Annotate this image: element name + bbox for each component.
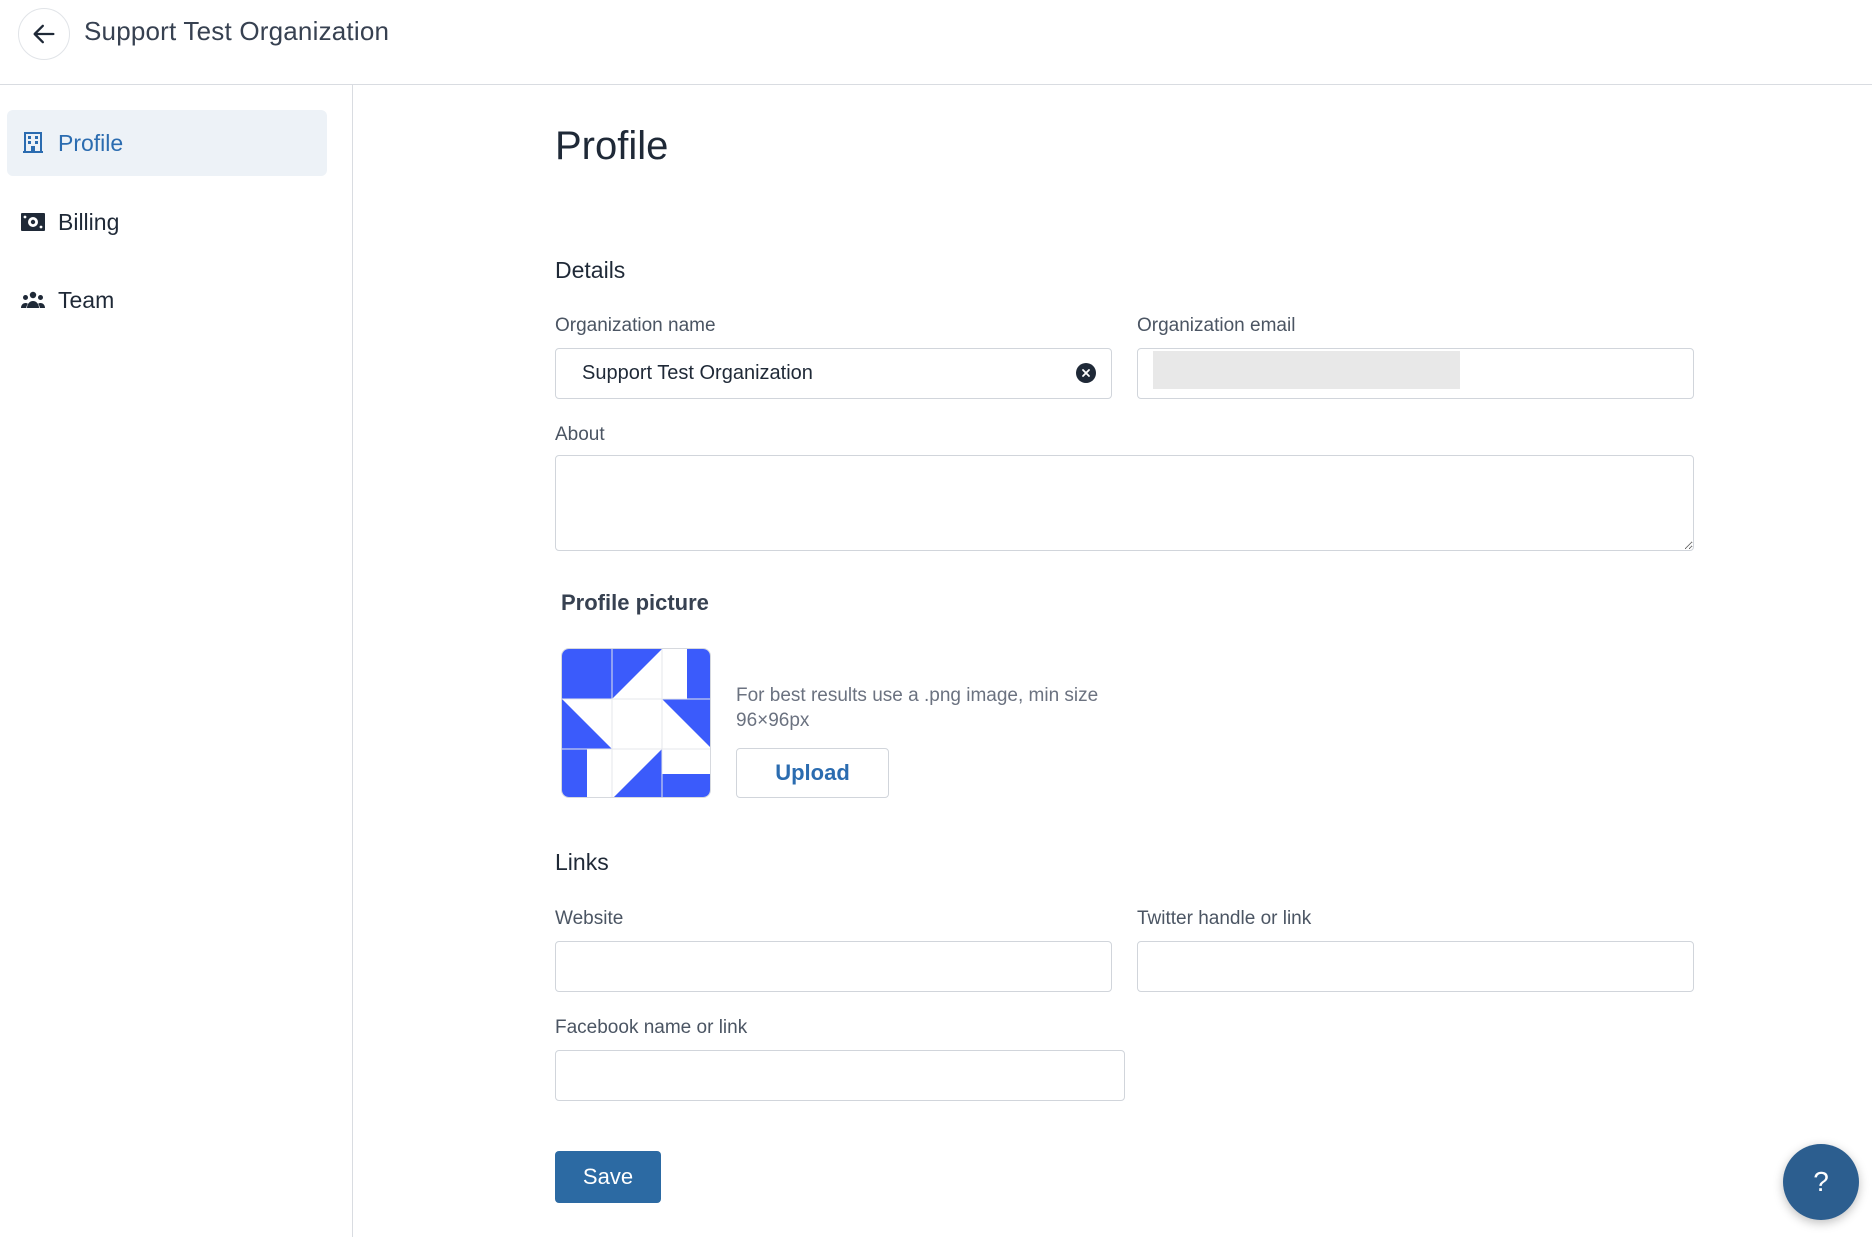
about-label: About <box>555 424 605 445</box>
sidebar-item-label: Billing <box>58 208 120 235</box>
sidebar-item-profile[interactable]: Profile <box>7 110 327 176</box>
details-section-title: Details <box>555 257 626 283</box>
team-icon <box>20 287 46 313</box>
building-icon <box>20 130 46 156</box>
help-button[interactable]: ? <box>1783 1144 1859 1220</box>
money-icon <box>20 209 46 235</box>
org-name-label: Organization name <box>555 315 716 336</box>
links-section-title: Links <box>555 849 609 875</box>
profile-picture-section-title: Profile picture <box>561 590 709 615</box>
sidebar-item-label: Team <box>58 286 115 313</box>
page-title: Profile <box>555 124 669 168</box>
main-content: Profile Details Organization name Organi… <box>354 86 1872 1237</box>
org-name-input[interactable] <box>555 348 1112 399</box>
organization-logo-image <box>561 648 711 798</box>
facebook-input[interactable] <box>555 1050 1125 1101</box>
save-button[interactable]: Save <box>555 1151 661 1203</box>
website-label: Website <box>555 908 624 929</box>
sidebar-item-team[interactable]: Team <box>7 267 327 333</box>
sidebar-item-billing[interactable]: Billing <box>7 189 327 255</box>
upload-button[interactable]: Upload <box>736 748 889 798</box>
org-email-label: Organization email <box>1137 315 1296 336</box>
back-button[interactable] <box>18 8 70 60</box>
sidebar-item-label: Profile <box>58 129 124 156</box>
twitter-input[interactable] <box>1137 941 1694 992</box>
redacted-email-value <box>1153 351 1460 389</box>
arrow-left-icon <box>33 24 55 44</box>
facebook-label: Facebook name or link <box>555 1017 748 1038</box>
twitter-label: Twitter handle or link <box>1137 908 1312 929</box>
header-title: Support Test Organization <box>84 16 390 46</box>
clear-icon[interactable] <box>1076 363 1096 383</box>
top-header: Support Test Organization <box>0 0 1872 85</box>
website-input[interactable] <box>555 941 1112 992</box>
profile-picture-hint: For best results use a .png image, min s… <box>736 685 1099 731</box>
sidebar: Profile Billing Team <box>0 85 353 1237</box>
about-textarea[interactable] <box>555 455 1694 551</box>
